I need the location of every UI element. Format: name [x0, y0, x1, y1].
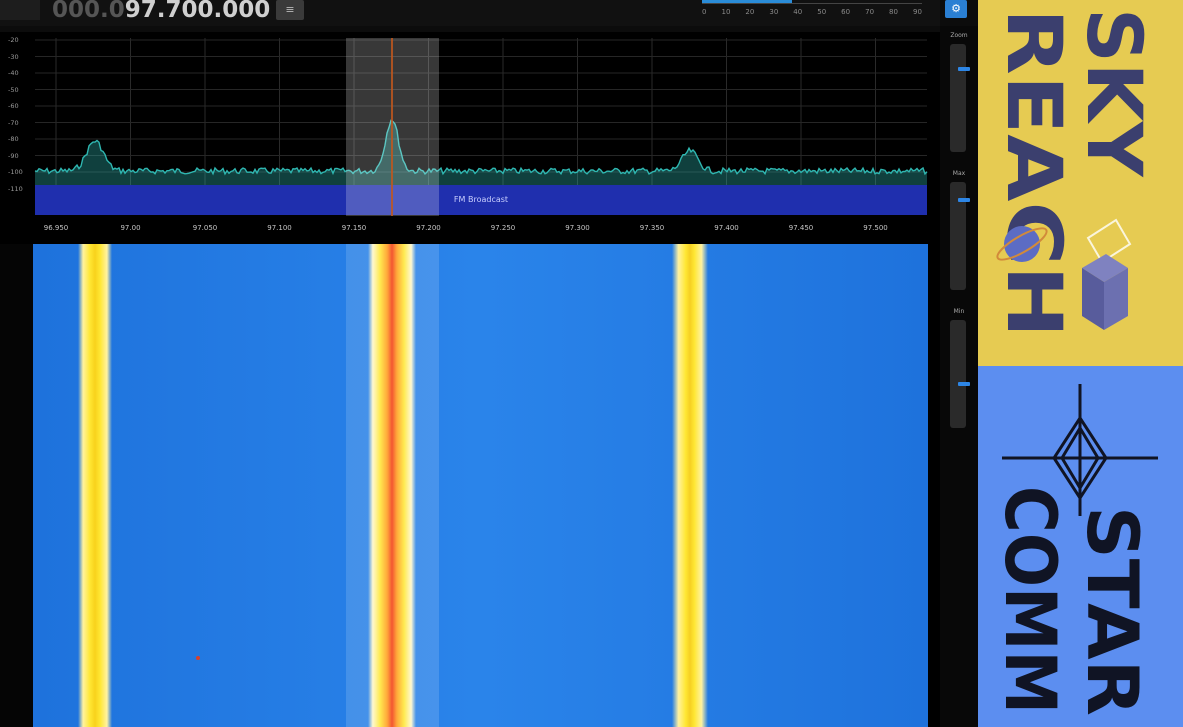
- signal-meter-tick: 10: [721, 8, 731, 16]
- signal-meter-tick: 50: [817, 8, 827, 16]
- tuning-marker[interactable]: [391, 38, 393, 216]
- signal-meter-scale-line: [702, 3, 922, 4]
- zoom-slider-handle[interactable]: [958, 66, 970, 71]
- frequency-value: 97.700.000: [124, 0, 271, 23]
- signal-meter-tick: 20: [745, 8, 755, 16]
- min-slider[interactable]: [950, 320, 970, 428]
- max-label: Max: [952, 170, 966, 177]
- min-label: Min: [953, 308, 965, 315]
- signal-meter-tick: 90: [912, 8, 922, 16]
- frequency-axis-label: 97.350: [639, 224, 665, 232]
- waterfall-display[interactable]: [0, 244, 940, 727]
- cube-icon: [1082, 218, 1132, 330]
- signal-meter-tick: 30: [769, 8, 779, 16]
- spectrum-trace: [34, 119, 928, 176]
- starcomm-comm: COMM: [989, 486, 1071, 714]
- skyreach-sky: SKY: [1070, 8, 1159, 178]
- frequency-axis-label: 97.400: [714, 224, 739, 232]
- waterfall-canvas: [33, 244, 928, 727]
- frequency-axis-label: 97.150: [341, 224, 367, 232]
- waterfall-signal-right: [672, 244, 708, 727]
- skyreach-reach: REACH: [990, 8, 1079, 338]
- settings-icon[interactable]: ⚙: [945, 0, 967, 18]
- waterfall-gutter: [0, 244, 33, 727]
- max-slider-handle[interactable]: [958, 197, 970, 202]
- waterfall-cursor: [196, 656, 200, 660]
- frequency-display[interactable]: 000.097.700.000: [52, 0, 270, 23]
- frequency-axis-label: 97.300: [565, 224, 590, 232]
- signal-meter-tick: 70: [865, 8, 875, 16]
- frequency-axis-label: 96.950: [43, 224, 69, 232]
- signal-meter-tick: 40: [793, 8, 803, 16]
- control-panel: Zoom Max Min: [940, 26, 978, 727]
- skyreach-logo: SKY REACH: [978, 0, 1183, 366]
- zoom-slider[interactable]: [950, 44, 970, 152]
- top-bar: 000.097.700.000 ≡ 0 10 20 30 40 50 60 70 80 90: [0, 0, 940, 26]
- frequency-leading-zeros: 000.0: [52, 0, 125, 23]
- max-slider[interactable]: [950, 182, 970, 290]
- band-plan-label: FM Broadcast: [453, 195, 509, 204]
- waterfall-signal-left: [78, 244, 112, 727]
- band-plan-bar[interactable]: FM Broadcast: [35, 185, 927, 215]
- signal-meter-tick: 80: [889, 8, 898, 16]
- signal-meter-tick: 60: [841, 8, 851, 16]
- frequency-axis-label: 97.050: [192, 224, 218, 232]
- menu-icon[interactable]: ≡: [276, 0, 304, 20]
- min-slider-handle[interactable]: [958, 382, 970, 387]
- frequency-axis-label: 97.500: [863, 224, 888, 232]
- signal-meter-tick: 0: [702, 8, 707, 16]
- mode-selector[interactable]: [0, 0, 40, 20]
- frequency-axis-label: 97.00: [120, 224, 141, 232]
- frequency-axis-label: 97.250: [490, 224, 516, 232]
- frequency-axis-label: 97.100: [267, 224, 292, 232]
- zoom-label: Zoom: [950, 32, 968, 39]
- starcomm-logo: STAR COMM: [978, 366, 1183, 727]
- spectrum-fill: [35, 120, 927, 185]
- starcomm-star: STAR: [1071, 506, 1153, 716]
- signal-meter: 0 10 20 30 40 50 60 70 80 90: [702, 0, 922, 24]
- signal-meter-ticks: 0 10 20 30 40 50 60 70 80 90: [702, 8, 922, 16]
- waterfall-passband: [346, 244, 439, 727]
- frequency-axis-label: 97.450: [788, 224, 814, 232]
- frequency-axis: 96.950 97.00 97.050 97.100 97.150 97.200 97.25…: [0, 218, 940, 242]
- spectrum-display[interactable]: -20 -30 -40 -50 -60 -70 -80 -90 -100 -110 FM Broa…: [0, 32, 940, 244]
- frequency-axis-label: 97.200: [416, 224, 441, 232]
